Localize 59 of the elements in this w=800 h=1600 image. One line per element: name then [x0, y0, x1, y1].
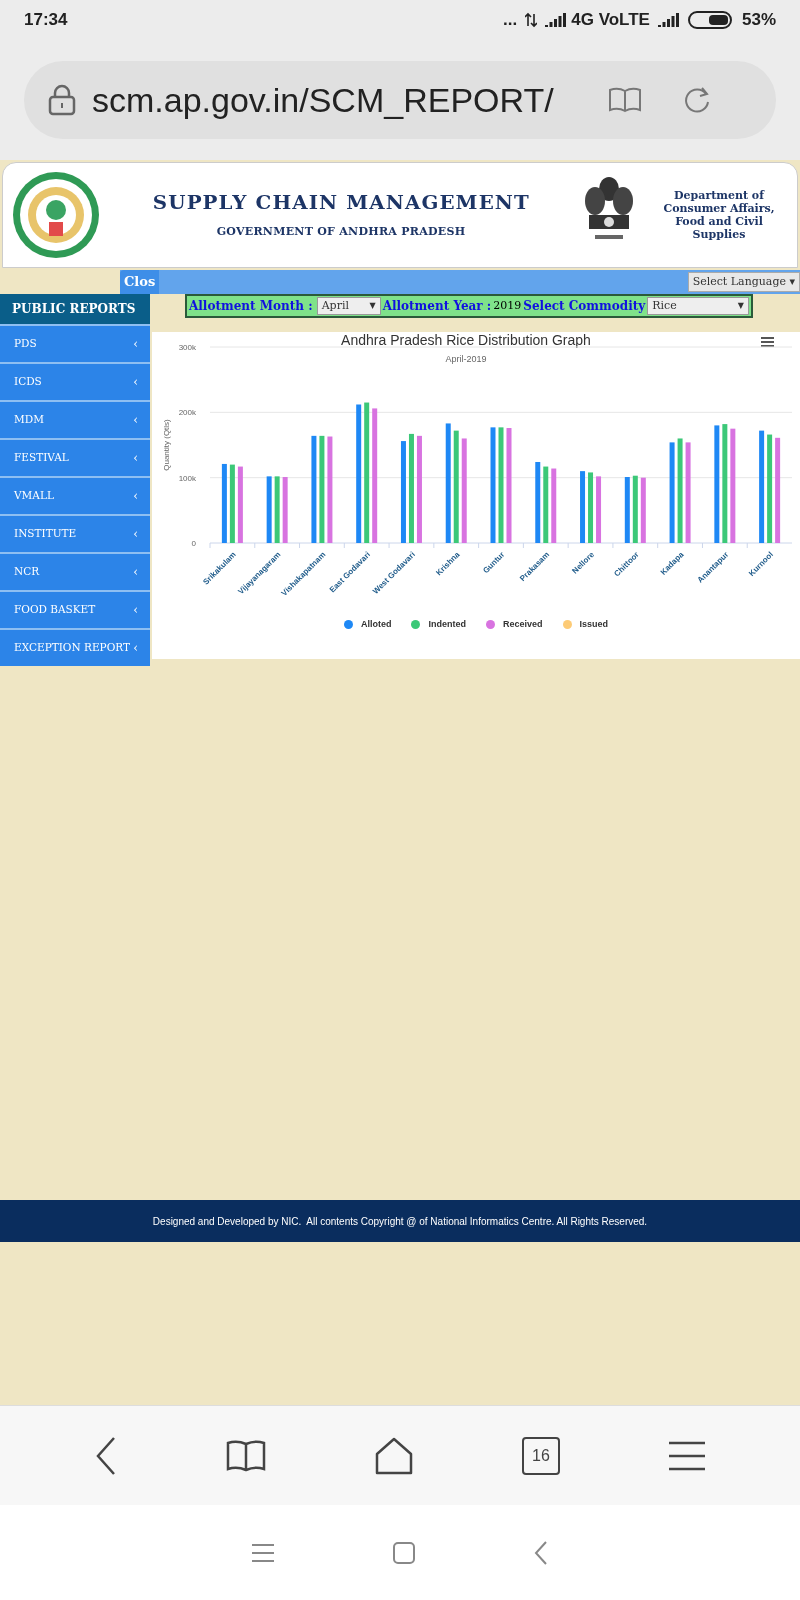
chart-title: Andhra Pradesh Rice Distribution Graph	[341, 332, 591, 348]
legend-label[interactable]: Alloted	[360, 618, 392, 632]
commodity-label: Select Commodity	[523, 298, 646, 315]
axis-tick-label: 100k	[178, 473, 196, 483]
sidebar-item[interactable]: ICDS ‹	[0, 362, 150, 400]
legend-label[interactable]: Received	[502, 618, 543, 632]
month-select[interactable]: April ▼	[316, 297, 381, 315]
axis-tick-label: 300k	[178, 343, 196, 352]
sidebar-item[interactable]: VMALL ‹	[0, 476, 150, 514]
sidebar-item[interactable]: FESTIVAL ‹	[0, 438, 150, 476]
bar	[632, 475, 638, 543]
sidebar-item[interactable]: NCR ‹	[0, 552, 150, 590]
lock-icon	[48, 84, 76, 116]
sidebar-item[interactable]: MDM ‹	[0, 400, 150, 438]
bar	[596, 476, 602, 543]
year-value: 2019	[493, 297, 522, 314]
menu-icon[interactable]	[761, 337, 774, 347]
footer-text: Designed and Developed by NIC. All contents Copyright @ of National Informatics Centre. All Rights Reserved.	[152, 1214, 648, 1229]
sidebar-item[interactable]: PDS ‹	[0, 324, 150, 362]
battery-icon	[687, 10, 734, 30]
close-tab[interactable]: Clos	[120, 270, 160, 294]
language-select[interactable]: Select Language ▾	[687, 272, 800, 292]
sidebar-item[interactable]: FOOD BASKET ‹	[0, 590, 150, 628]
sidebar-heading: PUBLIC REPORTS	[0, 294, 150, 324]
signal-icon	[657, 13, 680, 27]
month-label: Allotment Month :	[188, 298, 314, 315]
clock: 17:34	[24, 9, 68, 32]
axis-tick-label: 200k	[178, 408, 196, 418]
more-indicator: ...	[503, 9, 518, 32]
menu-icon[interactable]	[668, 1440, 706, 1471]
bar	[624, 477, 630, 543]
book-icon[interactable]	[226, 1438, 266, 1473]
sidebar-item[interactable]: INSTITUTE ‹	[0, 514, 150, 552]
chart-subtitle: April-2019	[445, 354, 487, 364]
sidebar-item[interactable]: EXCEPTION REPORT ‹	[0, 628, 150, 666]
bar	[274, 476, 280, 543]
tab-count-button[interactable]: 16	[522, 1436, 560, 1475]
refresh-icon[interactable]	[682, 85, 712, 115]
bar	[640, 477, 646, 543]
url-text: scm.ap.gov.in/SCM_REPORT/	[92, 79, 555, 121]
signal-icon	[545, 13, 568, 27]
commodity-select[interactable]: Rice ▼	[647, 297, 749, 315]
data-transfer-icon	[525, 12, 538, 28]
site-title: SUPPLY CHAIN MANAGEMENT	[152, 191, 530, 216]
bar	[266, 476, 272, 543]
address-bar[interactable]: scm.ap.gov.in/SCM_REPORT/	[24, 61, 776, 139]
bar	[580, 471, 586, 543]
legend-label[interactable]: Indented	[428, 618, 466, 632]
bar	[282, 477, 288, 543]
year-label: Allotment Year :	[382, 298, 492, 315]
department-name: Department of Consumer Affairs, Food and Civil Supplies	[662, 189, 776, 241]
site-subtitle: GOVERNMENT OF ANDHRA PRADESH	[216, 224, 466, 241]
legend-label[interactable]: Issued	[579, 618, 608, 632]
battery-percent: 53%	[741, 9, 776, 32]
back-icon[interactable]	[94, 1435, 118, 1476]
network-type: 4G VoLTE	[571, 9, 650, 32]
axis-title: Quantity (Qtls)	[162, 419, 171, 471]
bar	[588, 472, 594, 543]
axis-tick-label: 0	[191, 539, 196, 548]
